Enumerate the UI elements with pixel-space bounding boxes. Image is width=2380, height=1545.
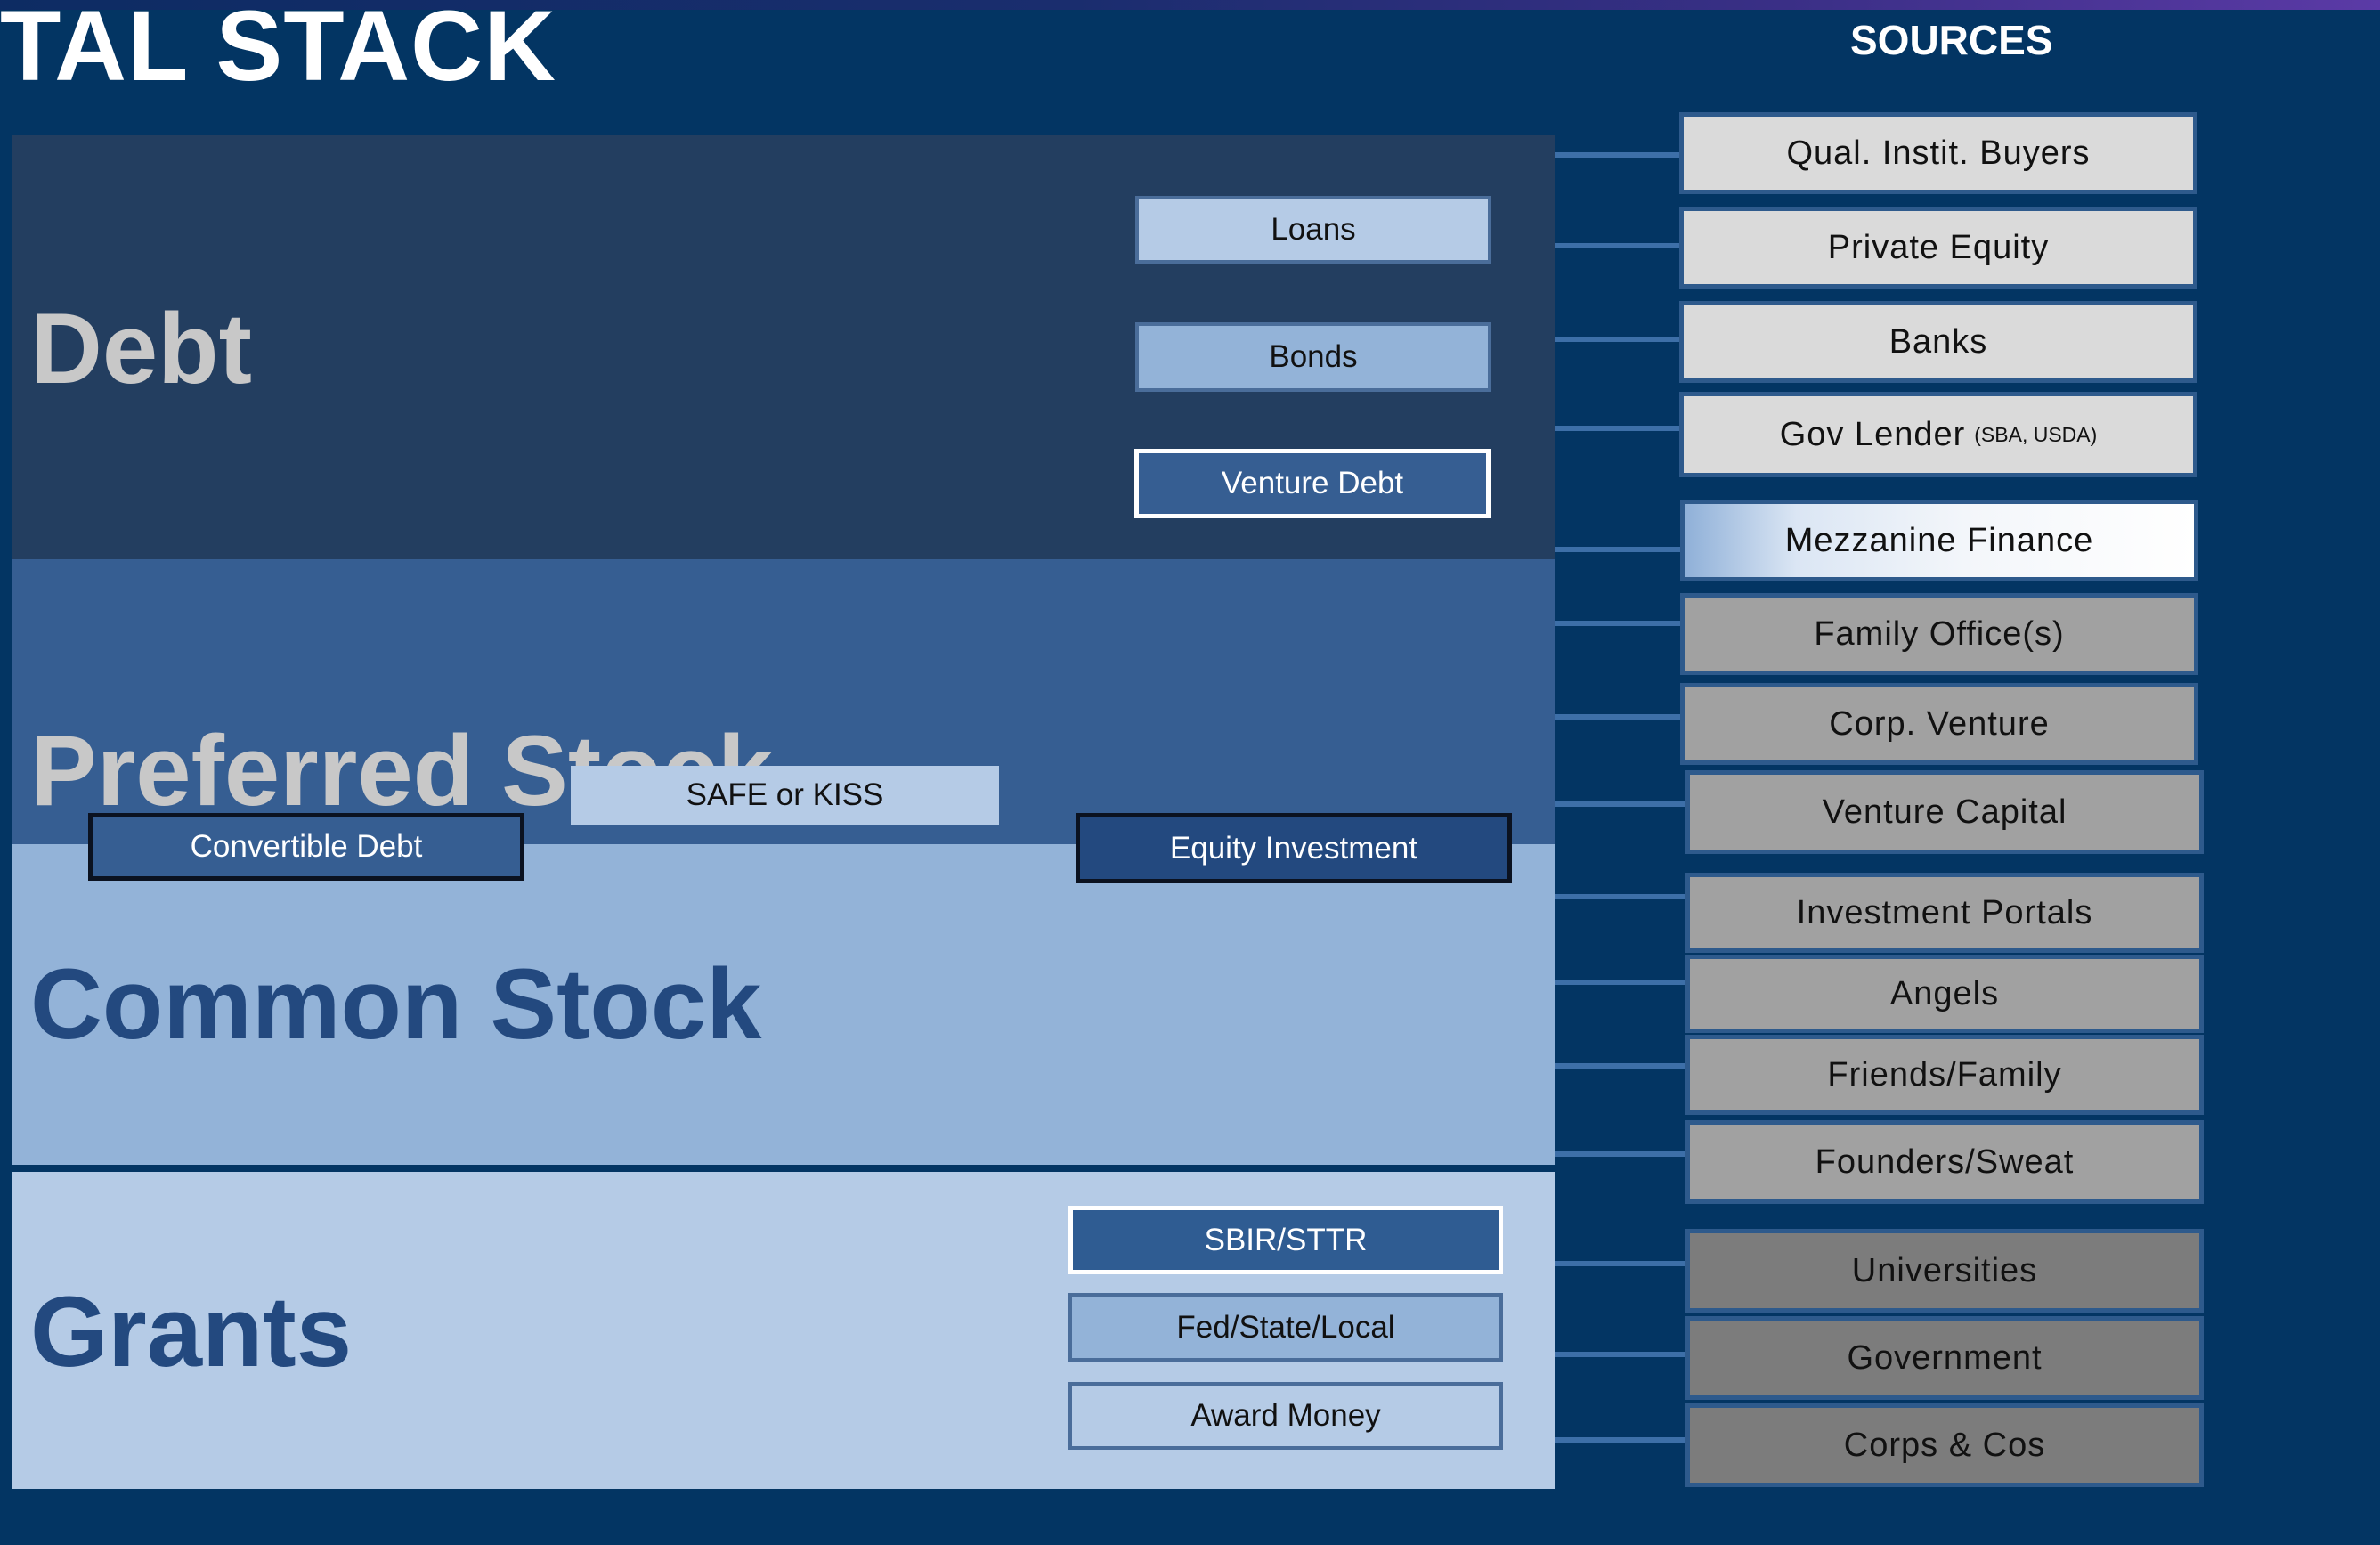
source-box: Corp. Venture (1680, 683, 2198, 765)
source-box: Gov Lender (SBA, USDA) (1679, 392, 2197, 477)
source-label: Gov Lender (1779, 415, 1966, 453)
common-stock-label: Common Stock (30, 948, 762, 1060)
debt-label: Debt (30, 293, 252, 404)
band-divider (12, 1165, 1555, 1172)
source-box: Venture Capital (1685, 770, 2204, 854)
source-connector (1555, 621, 1680, 626)
source-label: Family Office(s) (1814, 614, 2065, 653)
source-box: Government (1685, 1316, 2204, 1400)
source-connector (1555, 337, 1679, 342)
source-label: Government (1847, 1338, 2043, 1377)
bonds-box: Bonds (1135, 322, 1491, 392)
source-box: Investment Portals (1685, 873, 2204, 953)
fed-state-local-box: Fed/State/Local (1068, 1293, 1503, 1362)
award-money-box: Award Money (1068, 1382, 1503, 1450)
source-box: Mezzanine Finance (1680, 500, 2198, 581)
source-connector (1555, 1151, 1685, 1157)
source-box: Private Equity (1679, 207, 2197, 289)
source-label: Banks (1889, 322, 1988, 361)
source-box: Friends/Family (1685, 1035, 2204, 1115)
sbir-sttr-box: SBIR/STTR (1068, 1206, 1503, 1274)
source-label: Friends/Family (1827, 1055, 2062, 1094)
source-connector (1555, 1261, 1685, 1266)
safe-kiss-box: SAFE or KISS (571, 766, 999, 825)
source-connector (1555, 426, 1679, 431)
source-connector (1555, 1352, 1685, 1357)
source-box: Angels (1685, 955, 2204, 1033)
source-label: Founders/Sweat (1815, 1142, 2075, 1181)
source-connector (1555, 243, 1679, 248)
source-label: Qual. Instit. Buyers (1786, 134, 2091, 172)
convertible-debt-box: Convertible Debt (88, 813, 524, 881)
source-connector (1555, 714, 1680, 720)
source-box: Universities (1685, 1229, 2204, 1313)
source-connector (1555, 980, 1685, 985)
source-label: Corp. Venture (1829, 704, 2050, 743)
source-box: Family Office(s) (1680, 593, 2198, 675)
venture-debt-box: Venture Debt (1134, 449, 1491, 518)
source-box: Qual. Instit. Buyers (1679, 112, 2197, 194)
source-connector (1555, 152, 1679, 158)
common-stock-band: Common Stock (12, 844, 1555, 1165)
source-label: Private Equity (1827, 228, 2050, 266)
source-box: Founders/Sweat (1685, 1120, 2204, 1204)
source-connector (1555, 894, 1685, 899)
source-label: Angels (1889, 974, 2000, 1012)
source-label: Venture Capital (1822, 793, 2067, 831)
source-connector (1555, 801, 1685, 807)
page-title: TAL STACK (0, 0, 556, 102)
source-label: Investment Portals (1796, 893, 2093, 931)
source-connector (1555, 1063, 1685, 1069)
equity-investment-box: Equity Investment (1076, 813, 1512, 883)
source-connector (1555, 547, 1680, 552)
source-box: Banks (1679, 301, 2197, 383)
sources-heading: SOURCES (1850, 17, 2053, 63)
loans-box: Loans (1135, 196, 1491, 264)
source-connector (1555, 1437, 1685, 1443)
source-label: Corps & Cos (1843, 1426, 2046, 1464)
grants-label: Grants (30, 1276, 352, 1387)
source-note: (SBA, USDA) (1974, 422, 2098, 446)
source-label: Mezzanine Finance (1784, 521, 2094, 559)
source-label: Universities (1851, 1251, 2038, 1289)
source-box: Corps & Cos (1685, 1403, 2204, 1487)
